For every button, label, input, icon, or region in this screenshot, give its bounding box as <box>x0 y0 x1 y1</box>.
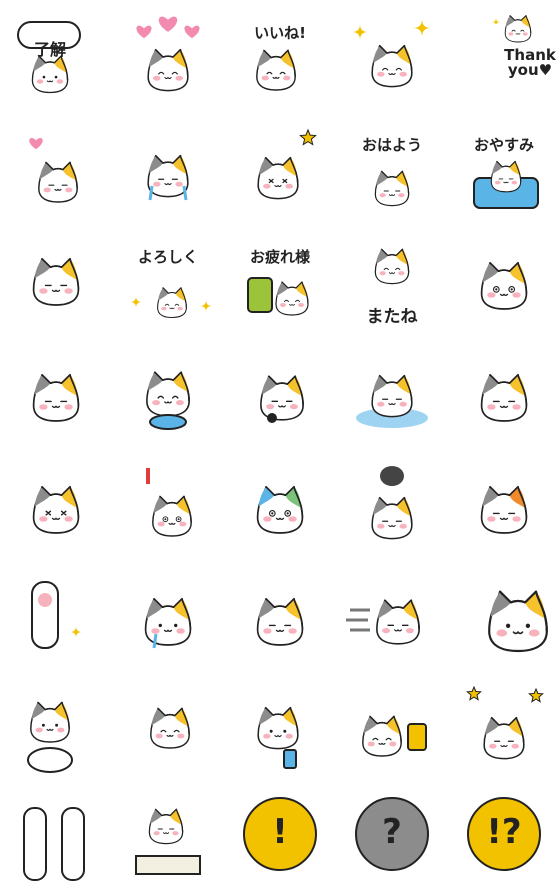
sticker-34[interactable] <box>336 672 448 784</box>
party-cat-icon <box>466 685 544 760</box>
thanks-for-work-text-icon <box>247 277 309 316</box>
sticker-10-caption: おやすみ <box>473 136 534 154</box>
kiss-heart-icon <box>29 138 78 203</box>
like-text-icon <box>256 49 296 91</box>
sticker-14[interactable]: またね <box>336 224 448 336</box>
sticker-13[interactable]: お疲れ様 <box>224 224 336 336</box>
drool-cat-icon <box>32 373 80 422</box>
sticker-11[interactable] <box>0 224 112 336</box>
sticker-10[interactable]: おやすみ <box>448 112 560 224</box>
good-night-text-icon <box>473 160 539 209</box>
happy-cat-blank-icon <box>256 597 304 646</box>
sticker-12-caption: よろしく <box>137 248 198 266</box>
sticker-18[interactable] <box>224 336 336 448</box>
shocked-blue-cat-icon <box>256 485 304 534</box>
crying-icon <box>147 154 189 201</box>
sticker-16[interactable] <box>0 336 112 448</box>
sticker-9[interactable]: おはよう <box>336 112 448 224</box>
karaoke-cat-icon <box>260 375 304 423</box>
sticker-36[interactable] <box>0 784 112 896</box>
big-cat-icon <box>488 590 548 653</box>
paw-sparkle-icon <box>31 581 82 649</box>
sticker-39-caption: ? <box>382 812 402 852</box>
sticker-24[interactable] <box>336 448 448 560</box>
sticker-38[interactable]: ! <box>224 784 336 896</box>
angry-cat-icon <box>480 485 528 534</box>
sticker-3-caption: いいね! <box>254 24 306 42</box>
sticker-28[interactable] <box>224 560 336 672</box>
sticker-32[interactable] <box>112 672 224 784</box>
sticker-17[interactable] <box>112 336 224 448</box>
regards-text-icon <box>130 287 212 319</box>
smug-cat-icon <box>480 261 528 310</box>
sticker-8[interactable] <box>224 112 336 224</box>
sweat-cat-icon <box>32 485 80 534</box>
fish-cat-icon <box>146 371 190 430</box>
sticker-2[interactable] <box>112 0 224 112</box>
sticker-33[interactable] <box>224 672 336 784</box>
phone-cat-icon <box>257 706 299 769</box>
surprised-cat-icon <box>146 468 192 537</box>
sticker-38-caption: ! <box>272 812 288 852</box>
rolling-cat-icon <box>150 707 190 749</box>
sticker-25[interactable] <box>448 448 560 560</box>
sticker-39[interactable]: ? <box>336 784 448 896</box>
bath-cat-icon <box>356 374 428 428</box>
sticker-15[interactable] <box>448 224 560 336</box>
sticker-23[interactable] <box>224 448 336 560</box>
sticker-1[interactable]: 了解 <box>0 0 112 112</box>
sticker-40-caption: !? <box>486 812 522 852</box>
sticker-1-caption: 了解 <box>33 40 66 59</box>
lucky-cat-icon <box>27 701 73 773</box>
beer-cat-icon <box>362 715 427 757</box>
sparkles-icon <box>352 19 431 88</box>
sticker-sheet: 了解 いいね! Thank you♥ おはよう おやすみよろしく お疲れ様またね!?!? <box>0 0 560 896</box>
sticker-12[interactable]: よろしく <box>112 224 224 336</box>
sticker-37[interactable] <box>112 784 224 896</box>
annoyed-cat-icon <box>480 373 528 422</box>
sticker-22[interactable] <box>112 448 224 560</box>
sticker-5[interactable]: Thank you♥ <box>448 0 560 112</box>
hearts-icon <box>136 16 200 92</box>
good-morning-text-icon <box>374 170 410 207</box>
tear-cat-icon <box>144 597 192 649</box>
sticker-3[interactable]: いいね! <box>224 0 336 112</box>
paws-up-icon <box>23 807 85 881</box>
sticker-5-caption: Thank you♥ <box>504 46 556 79</box>
peek-cat-icon <box>32 257 80 306</box>
sticker-29[interactable] <box>336 560 448 672</box>
sticker-31[interactable] <box>0 672 112 784</box>
sticker-27[interactable] <box>112 560 224 672</box>
sticker-19[interactable] <box>336 336 448 448</box>
sticker-13-caption: お疲れ様 <box>249 248 310 266</box>
sticker-4[interactable] <box>336 0 448 112</box>
dash-cat-icon <box>346 599 420 645</box>
sticker-35[interactable] <box>448 672 560 784</box>
wink-star-icon <box>257 128 317 200</box>
writing-cat-icon <box>135 808 201 875</box>
sticker-20[interactable] <box>448 336 560 448</box>
sticker-26[interactable] <box>0 560 112 672</box>
sticker-40[interactable]: !? <box>448 784 560 896</box>
sticker-7[interactable] <box>112 112 224 224</box>
storm-cloud-cat-icon <box>371 466 413 540</box>
sticker-9-caption: おはよう <box>361 136 422 154</box>
sticker-21[interactable] <box>0 448 112 560</box>
sticker-6[interactable] <box>0 112 112 224</box>
sticker-14-caption: またね <box>366 307 418 327</box>
sticker-30[interactable] <box>448 560 560 672</box>
